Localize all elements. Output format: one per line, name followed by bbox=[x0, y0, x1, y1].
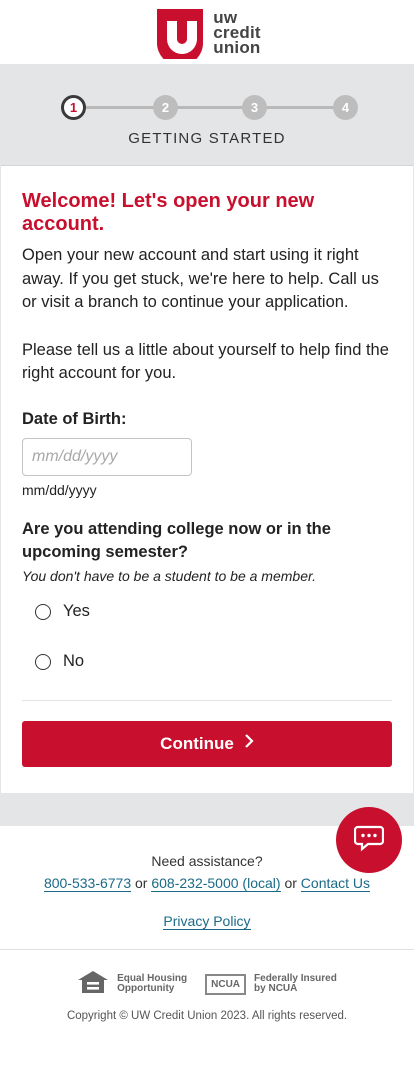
radio-option-yes[interactable]: Yes bbox=[35, 600, 392, 624]
continue-button[interactable]: Continue bbox=[22, 720, 392, 767]
radio-yes-label[interactable]: Yes bbox=[63, 602, 90, 621]
ncua-text: Federally Insured by NCUA bbox=[254, 974, 337, 994]
equal-housing-icon bbox=[77, 970, 109, 999]
progress-steps: 1 2 3 4 GETTING STARTED bbox=[0, 64, 414, 165]
form-wrapper: Welcome! Let's open your new account. Op… bbox=[0, 165, 414, 826]
or-text-2: or bbox=[284, 874, 297, 891]
phone-local-link[interactable]: 608-232-5000 (local) bbox=[151, 874, 281, 892]
equal-housing-text: Equal Housing Opportunity bbox=[117, 974, 187, 994]
college-question: Are you attending college now or in the … bbox=[22, 519, 331, 561]
radio-no-icon[interactable] bbox=[35, 653, 51, 670]
ehl-line-2: Opportunity bbox=[117, 983, 175, 994]
ncua-line-2: by NCUA bbox=[254, 983, 298, 994]
dob-input[interactable] bbox=[22, 437, 192, 476]
steps-connector bbox=[74, 106, 346, 109]
footer-divider bbox=[0, 948, 414, 950]
page-title: Welcome! Let's open your new account. bbox=[22, 190, 315, 235]
chat-bubble-icon bbox=[353, 824, 385, 857]
logo-wordmark: uw credit union bbox=[213, 9, 261, 57]
step-4: 4 bbox=[333, 95, 358, 120]
step-1: 1 bbox=[61, 95, 86, 120]
radio-yes-icon[interactable] bbox=[35, 603, 51, 620]
college-note: You don't have to be a student to be a m… bbox=[22, 567, 317, 584]
phone-primary-link[interactable]: 800-533-6773 bbox=[43, 874, 132, 892]
radio-option-no[interactable]: No bbox=[35, 650, 392, 674]
step-2: 2 bbox=[153, 95, 178, 120]
chevron-right-icon bbox=[244, 734, 254, 753]
privacy-policy-link[interactable]: Privacy Policy bbox=[163, 912, 251, 930]
contact-us-link[interactable]: Contact Us bbox=[300, 874, 371, 892]
radio-no-label[interactable]: No bbox=[63, 652, 84, 671]
prompt-text: Please tell us a little about yourself t… bbox=[22, 340, 389, 383]
copyright: Copyright © UW Credit Union 2023. All ri… bbox=[66, 1009, 348, 1022]
form-divider bbox=[22, 699, 392, 701]
application-card: Welcome! Let's open your new account. Op… bbox=[1, 165, 413, 793]
continue-label: Continue bbox=[160, 733, 234, 753]
assist-links: 800-533-6773 or 608-232-5000 (local) or … bbox=[0, 874, 414, 892]
privacy-section: Privacy Policy bbox=[0, 912, 414, 949]
dob-hint: mm/dd/yyyy bbox=[22, 481, 97, 498]
site-header: uw credit union bbox=[0, 0, 414, 66]
chat-button[interactable] bbox=[336, 807, 402, 873]
equal-housing-seal: Equal Housing Opportunity bbox=[77, 970, 187, 999]
logo-line-3: union bbox=[213, 37, 261, 57]
compliance-seals: Equal Housing Opportunity NCUA Federally… bbox=[0, 970, 414, 999]
or-text-1: or bbox=[135, 874, 148, 891]
dob-label: Date of Birth: bbox=[22, 409, 127, 428]
intro-text: Open your new account and start using it… bbox=[22, 246, 379, 311]
step-3: 3 bbox=[242, 95, 267, 120]
uwcu-logo-icon[interactable] bbox=[153, 5, 207, 66]
ncua-badge-icon: NCUA bbox=[205, 973, 247, 995]
current-step-label: GETTING STARTED bbox=[128, 130, 286, 147]
ncua-seal: NCUA Federally Insured by NCUA bbox=[205, 973, 337, 995]
